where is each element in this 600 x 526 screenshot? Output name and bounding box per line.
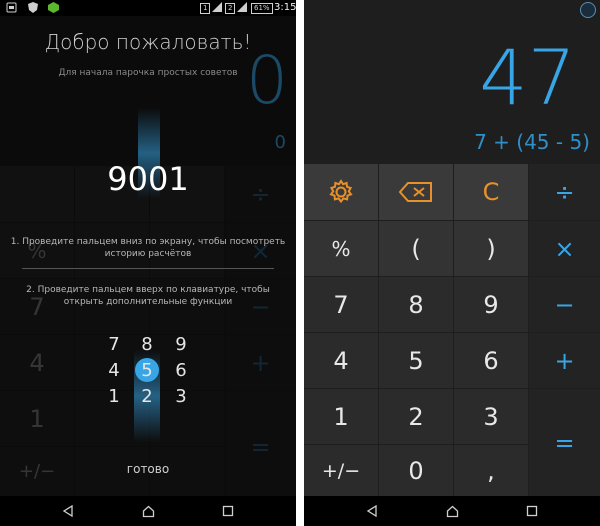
- mini-key-5: 5: [141, 360, 153, 381]
- mini-key-8: 8: [141, 334, 153, 355]
- minus-button[interactable]: −: [529, 277, 600, 332]
- backspace-icon: [399, 182, 432, 202]
- percent-button[interactable]: %: [304, 221, 378, 276]
- zero-button[interactable]: 0: [379, 445, 453, 496]
- one-button[interactable]: 1: [304, 389, 378, 444]
- signal-icon: [212, 2, 222, 16]
- sim1-label: 1: [200, 3, 211, 14]
- mini-key-3: 3: [175, 386, 187, 407]
- keypad: C ÷ % ( ) × 7 8 9 − 4 5 6 + 1 2 3 = +/− …: [304, 164, 600, 496]
- battery-label: 61%: [251, 3, 273, 14]
- nine-button[interactable]: 9: [454, 277, 528, 332]
- settings-button[interactable]: [304, 164, 378, 220]
- two-button[interactable]: 2: [379, 389, 453, 444]
- result-display: 47: [479, 33, 576, 122]
- multiply-button[interactable]: ×: [529, 221, 600, 276]
- open-paren-button[interactable]: (: [379, 221, 453, 276]
- three-button[interactable]: 3: [454, 389, 528, 444]
- backspace-button[interactable]: [379, 164, 453, 220]
- five-button[interactable]: 5: [379, 333, 453, 388]
- mini-key-2: 2: [141, 386, 153, 407]
- ghost-display-small: 0: [274, 132, 286, 153]
- expression-display: 7 + (45 - 5): [474, 130, 590, 154]
- home-icon[interactable]: [444, 503, 460, 519]
- plus-button[interactable]: +: [529, 333, 600, 388]
- nav-bar: [0, 496, 296, 526]
- divide-button[interactable]: ÷: [529, 164, 600, 220]
- recents-icon[interactable]: [524, 503, 540, 519]
- done-button[interactable]: готово: [0, 462, 296, 476]
- clear-button[interactable]: C: [454, 164, 528, 220]
- gear-icon: [329, 179, 353, 204]
- nav-bar: [304, 496, 600, 526]
- sim2-icon: 2: [225, 2, 236, 14]
- equals-button[interactable]: =: [529, 389, 600, 496]
- seven-button[interactable]: 7: [304, 277, 378, 332]
- app-icon: [6, 2, 17, 17]
- signal-icon: [237, 2, 247, 16]
- battery-icon: 61%: [251, 2, 273, 14]
- tip-functions: 2. Проведите пальцем вверх по клавиатуре…: [26, 285, 270, 307]
- close-paren-button[interactable]: ): [454, 221, 528, 276]
- right-screen: 47 7 + (45 - 5) C ÷ % ( ) × 7 8 9 − 4 5 …: [304, 0, 600, 526]
- status-bar: 1 2 61% 3:15: [0, 0, 296, 16]
- mini-key-6: 6: [175, 360, 187, 381]
- demo-number: 9001: [107, 160, 189, 198]
- back-icon[interactable]: [60, 503, 76, 519]
- plusminus-button[interactable]: +/−: [304, 445, 378, 496]
- mini-key-9: 9: [175, 334, 187, 355]
- mini-key-7: 7: [108, 334, 120, 355]
- status-time: 3:15: [274, 2, 296, 13]
- welcome-title: Добро пожаловать!: [44, 30, 252, 54]
- left-screen: 1 2 61% 3:15 ÷ % × 7 − 4 + 1: [0, 0, 296, 526]
- overflow-menu-icon[interactable]: [580, 2, 596, 18]
- mini-key-1: 1: [108, 386, 120, 407]
- six-button[interactable]: 6: [454, 333, 528, 388]
- welcome-subtitle: Для начала парочка простых советов: [58, 68, 238, 78]
- comma-button[interactable]: ,: [454, 445, 528, 496]
- eight-button[interactable]: 8: [379, 277, 453, 332]
- tip-history: 1. Проведите пальцем вниз по экрану, что…: [10, 237, 286, 259]
- android-icon: [48, 2, 59, 17]
- sim1-icon: 1: [200, 2, 211, 14]
- recents-icon[interactable]: [220, 503, 236, 519]
- four-button[interactable]: 4: [304, 333, 378, 388]
- sim2-label: 2: [225, 3, 236, 14]
- mini-key-4: 4: [108, 360, 120, 381]
- back-icon[interactable]: [364, 503, 380, 519]
- shield-icon: [28, 2, 38, 17]
- tip-divider: [22, 268, 274, 269]
- home-icon[interactable]: [140, 503, 156, 519]
